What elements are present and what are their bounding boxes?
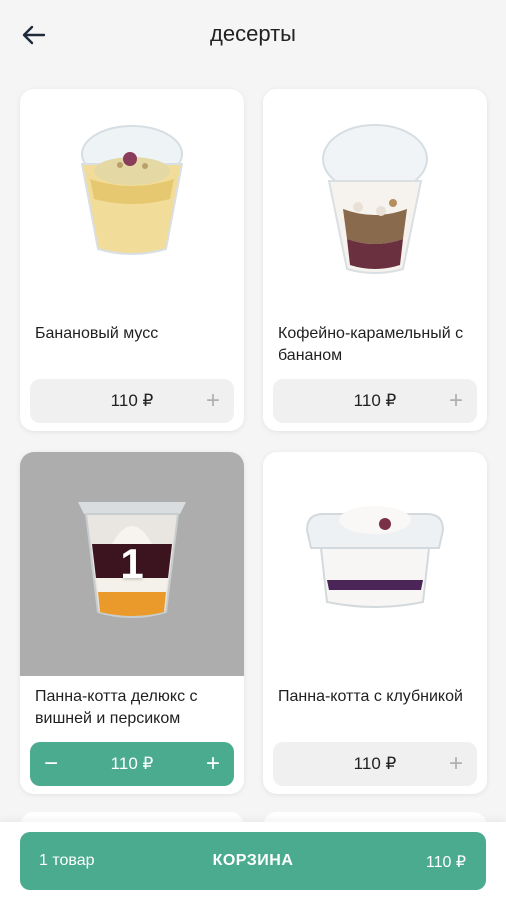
add-to-cart-button[interactable]: 110 ₽ +: [273, 379, 477, 423]
product-card-panna-cotta-deluxe[interactable]: 1 Панна-котта делюкс с вишней и персиком…: [20, 452, 244, 794]
add-to-cart-button[interactable]: 110 ₽ +: [30, 379, 234, 423]
product-name: Панна-котта с клубникой: [278, 688, 463, 705]
product-price: 110 ₽: [353, 754, 397, 773]
plus-icon[interactable]: +: [449, 750, 463, 778]
product-card-panna-cotta-strawberry[interactable]: Панна-котта с клубникой 110 ₽ +: [263, 452, 487, 794]
plus-icon[interactable]: +: [206, 387, 220, 415]
product-image: [263, 89, 487, 313]
product-price: 110 ₽: [353, 391, 397, 410]
product-name: Банановый мусс: [35, 325, 159, 342]
add-to-cart-button[interactable]: 110 ₽ +: [273, 742, 477, 786]
plus-icon[interactable]: +: [449, 387, 463, 415]
product-price: 110 ₽: [110, 754, 154, 773]
cart-button[interactable]: 1 товар КОРЗИНА 110 ₽: [20, 832, 486, 890]
product-name: Кофейно-карамельный с бананом: [278, 325, 464, 364]
header: десерты: [0, 0, 506, 70]
quantity-stepper[interactable]: − 110 ₽ +: [30, 742, 234, 786]
product-card-banana-mousse[interactable]: Банановый мусс 110 ₽ +: [20, 89, 244, 431]
product-image: [20, 89, 244, 313]
product-image: [263, 452, 487, 676]
cart-bar: 1 товар КОРЗИНА 110 ₽: [0, 822, 506, 900]
product-price: 110 ₽: [110, 391, 154, 410]
product-card-coffee-caramel[interactable]: Кофейно-карамельный с бананом 110 ₽ +: [263, 89, 487, 431]
cart-label: КОРЗИНА: [212, 852, 294, 869]
product-name: Панна-котта делюкс с вишней и персиком: [35, 688, 198, 727]
quantity-badge: 1: [120, 540, 144, 587]
plus-icon[interactable]: +: [206, 750, 220, 778]
cart-total: 110 ₽: [425, 854, 466, 871]
page-title: десерты: [210, 21, 296, 46]
